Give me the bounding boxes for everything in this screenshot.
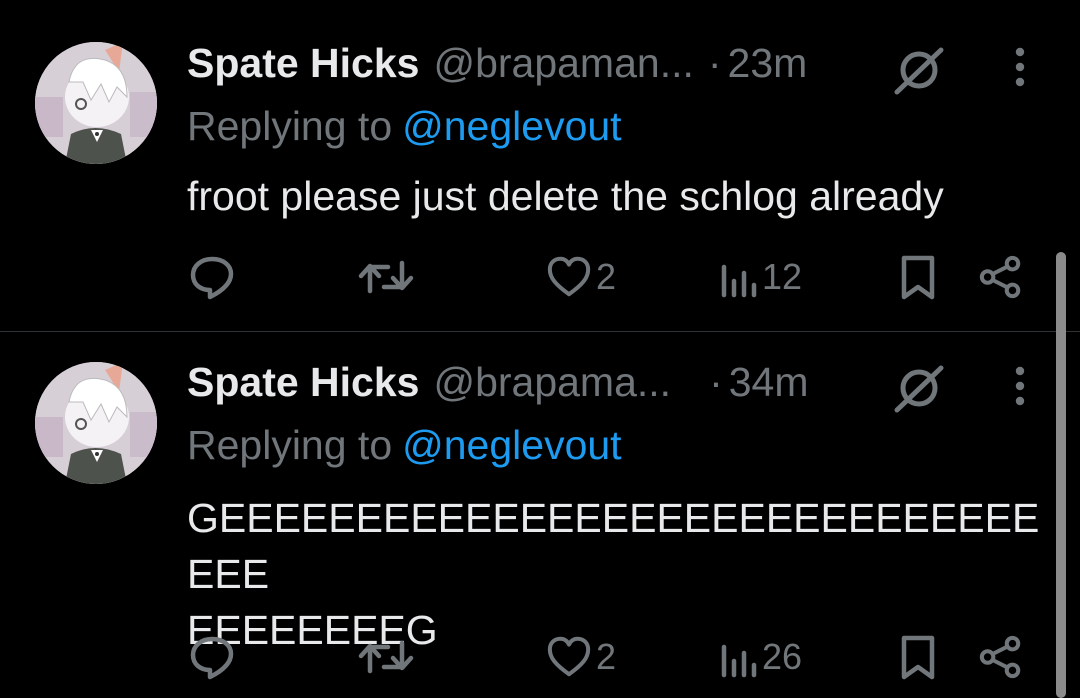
tweet-header: Spate Hicks @brapaman... · 23m	[187, 38, 807, 88]
tweet[interactable]: Spate Hicks @brapaman... · 23m Replying …	[0, 0, 1080, 331]
user-handle[interactable]: @brapaman...	[433, 40, 693, 87]
separator-dot: ·	[707, 39, 722, 86]
views-icon	[721, 644, 757, 678]
display-name[interactable]: Spate Hicks	[187, 359, 419, 406]
avatar[interactable]	[35, 42, 157, 164]
replying-to: Replying to @neglevout	[187, 422, 622, 469]
heart-icon	[547, 636, 591, 677]
timestamp[interactable]: 23m	[728, 40, 808, 87]
retweet-button[interactable]	[358, 252, 414, 302]
slashed-circle-icon[interactable]	[893, 362, 945, 414]
user-handle[interactable]: @brapama...	[433, 359, 671, 406]
avatar[interactable]	[35, 362, 157, 484]
like-count: 2	[596, 636, 617, 677]
retweet-icon	[358, 260, 414, 294]
like-button[interactable]: 2	[546, 252, 616, 302]
timeline-feed[interactable]: Spate Hicks @brapaman... · 23m Replying …	[0, 0, 1080, 698]
tweet-text-line: froot please just delete the schlog alre…	[187, 173, 944, 219]
share-button[interactable]	[978, 632, 1024, 682]
share-icon	[979, 635, 1021, 679]
bookmark-icon	[901, 255, 935, 300]
slashed-circle-icon[interactable]	[893, 44, 945, 96]
bookmark-icon	[901, 635, 935, 680]
more-vertical-icon[interactable]	[1006, 364, 1034, 408]
views-icon	[721, 264, 757, 298]
display-name[interactable]: Spate Hicks	[187, 40, 419, 87]
tweet[interactable]: Spate Hicks @brapama... · 34m Replying t…	[0, 332, 1080, 698]
tweet-text-line: GEEEEEEEEEEEEEEEEEEEEEEEEEEEEEEEEE	[187, 495, 1040, 597]
reply-button[interactable]	[188, 252, 236, 302]
retweet-icon	[358, 640, 414, 674]
separator-dot: ·	[709, 358, 723, 405]
views-count: 26	[762, 636, 803, 677]
replying-to: Replying to @neglevout	[187, 103, 622, 150]
reply-button[interactable]	[188, 632, 236, 682]
replying-label: Replying to	[187, 422, 393, 468]
replying-label: Replying to	[187, 103, 393, 149]
bookmark-button[interactable]	[898, 252, 938, 302]
reply-icon	[190, 636, 234, 680]
like-count: 2	[596, 256, 617, 297]
replying-to-handle[interactable]: @neglevout	[402, 422, 621, 468]
retweet-button[interactable]	[358, 632, 414, 682]
views-button[interactable]: 12	[718, 252, 802, 302]
share-button[interactable]	[978, 252, 1024, 302]
like-button[interactable]: 2	[546, 632, 616, 682]
views-button[interactable]: 26	[718, 632, 802, 682]
more-vertical-icon[interactable]	[1006, 45, 1034, 89]
replying-to-handle[interactable]: @neglevout	[402, 103, 621, 149]
scrollbar[interactable]	[1056, 252, 1066, 698]
reply-icon	[190, 256, 234, 300]
views-count: 12	[762, 256, 803, 297]
heart-icon	[547, 256, 591, 297]
timestamp[interactable]: 34m	[729, 359, 809, 406]
action-bar: 2 12	[0, 252, 1080, 302]
tweet-header: Spate Hicks @brapama... · 34m	[187, 357, 809, 407]
action-bar: 2 26	[0, 632, 1080, 682]
tweet-text: froot please just delete the schlog alre…	[187, 168, 1057, 224]
bookmark-button[interactable]	[898, 632, 938, 682]
share-icon	[979, 255, 1021, 299]
